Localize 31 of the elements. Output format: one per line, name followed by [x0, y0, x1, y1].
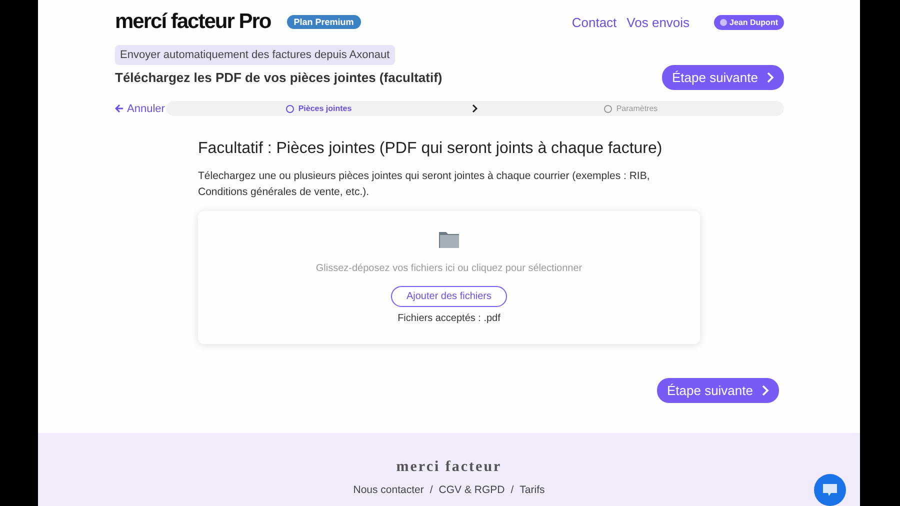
footer-link[interactable]: Nous contacter [353, 484, 424, 496]
chevron-right-icon [761, 385, 769, 396]
footer-link[interactable]: CGV & RGPD [438, 484, 505, 496]
cancel-link[interactable]: Annuler [115, 102, 166, 114]
footer-brand: merci facteur [396, 459, 502, 476]
nav-link[interactable]: Contact [572, 14, 617, 30]
logo: mercí facteur Pro [115, 10, 271, 34]
nav-link[interactable]: Vos envois [626, 14, 690, 30]
chevron-right-icon [472, 104, 478, 113]
context-tag: Envoyer automatiquement des factures depuis Axonaut [115, 45, 395, 65]
footer-link[interactable]: Tarifs [520, 484, 545, 496]
accepted-files-text: Fichiers acceptés : .pdf [398, 313, 500, 324]
link-separator: / [510, 484, 514, 496]
user-icon [720, 18, 727, 26]
page-title: Téléchargez les PDF de vos pièces jointes (facultatif) [115, 70, 442, 85]
dropzone-card[interactable]: Glissez-déposez vos fichiers ici ou cliquez pour sélectionner Ajouter des fichiers Fichiers acceptés : .pdf [198, 211, 700, 344]
arrow-left-icon [115, 104, 124, 113]
link-separator: / [430, 484, 433, 496]
next-step-button[interactable]: Étape suivante [656, 378, 779, 403]
section-title: Facultatif : Pièces jointes (PDF qui seront joints à chaque facture) [198, 140, 664, 158]
step-item[interactable]: Pièces jointes [166, 104, 472, 113]
dropzone-hint: Glissez-déposez vos fichiers ici ou cliquez pour sélectionner [316, 263, 582, 274]
section-description: Télechargez une ou plusieurs pièces jointes qui seront jointes à chaque courrier (exemples : RIB, Conditions générales de vente, etc.). [198, 169, 651, 200]
plan-badge: Plan Premium [286, 15, 361, 29]
user-menu[interactable]: Jean Dupont [714, 14, 784, 30]
chevron-right-icon [766, 72, 774, 83]
add-files-button[interactable]: Ajouter des fichiers [391, 286, 507, 307]
folder-icon [438, 229, 460, 249]
chat-icon [822, 483, 838, 497]
next-step-button[interactable]: Étape suivante [662, 65, 784, 90]
chat-button[interactable] [814, 474, 846, 506]
